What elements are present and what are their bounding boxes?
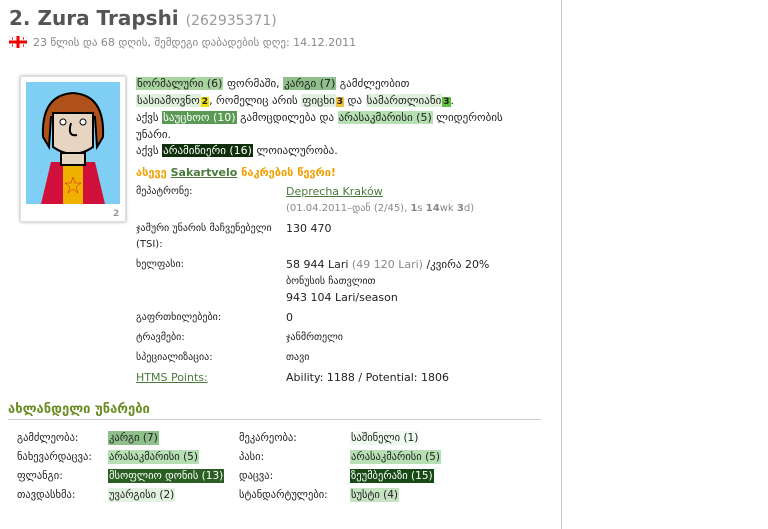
player-id: (262935371) [185,13,277,29]
wage-label: ხელფასი: [136,259,185,270]
skill-row: თავდასხმა: უვარგისი (2) სტანდარტულები: სუსტ… [14,485,444,504]
form-skill: ნორმალური (6) [136,77,224,90]
skill-value: საშინელი (1) [350,430,420,445]
experience-skill: საუცხოო (10) [162,111,237,124]
injuries-label: ტრავმები: [136,332,185,343]
player-info-table: მეპატრონე: Deprecha Kraków (01.04.2011–დან… [133,182,492,389]
warnings-label: გაფრთხილებები: [136,312,222,323]
owner-label: მეპატრონე: [136,186,193,197]
shirt-number: 2 [113,209,119,219]
loyalty-skill: არამიწიერი (16) [162,144,253,157]
skill-value: უვარგისი (2) [108,487,176,502]
skill-label: ნახევარდაცვა: [17,450,92,463]
leadership-skill: არასაკმარისი (5) [337,111,433,124]
skill-label: ფლანგი: [17,469,63,482]
skill-row: ნახევარდაცვა: არასაკმარისი (5) პასი: არასაკ… [14,447,444,466]
specialty-label: სპეციალიზაცია: [136,352,213,363]
georgia-flag-icon[interactable] [9,36,27,48]
stamina-skill: კარგი (7) [283,77,337,90]
honesty: სამართლიანი [365,93,443,107]
skill-label: პასი: [239,450,265,463]
skills-table: გამძლეობა: კარგი (7) მეკარეობა: საშინელი (1… [14,428,444,504]
skill-value: არასაკმარისი (5) [350,449,441,464]
injuries-value: ჯანმრთელი [286,332,343,343]
skill-label: გამძლეობა: [17,431,79,444]
national-team-note: ასევე Sakartvelo ნაკრების წევრი! [136,165,336,179]
skill-value: მსოფლიო დონის (13) [108,468,225,483]
htms-value: Ability: 1188 / Potential: 1806 [286,371,449,384]
skill-value: სუსტი (4) [350,487,399,502]
skill-value: ზეუმბერაზი (15) [350,468,434,483]
aggressiveness: ფიცხი [301,93,336,107]
skill-value: კარგი (7) [108,430,159,445]
skills-section-title: ახლანდელი უნარები [8,402,541,420]
owner-link[interactable]: Deprecha Kraków [286,185,383,198]
age-text: 23 წლის და 68 დღის, შემდეგი დაბადების დღ… [33,36,357,49]
tsi-label: ჯამური უნარის მაჩვენებელი (TSI): [136,223,272,250]
skill-row: ფლანგი: მსოფლიო დონის (13) დაცვა: ზეუმბერაზ… [14,466,444,485]
agreeability: სასიამოვნო [136,93,201,107]
player-avatar: 2 [20,76,126,222]
national-team-link[interactable]: Sakartvelo [171,166,238,179]
skill-label: მეკარეობა: [239,431,297,444]
player-title: 2. Zura Trapshi (262935371) [9,6,277,30]
skill-label: დაცვა: [239,469,274,482]
tsi-value: 130 470 [286,222,332,235]
wage-value: 58 944 Lari (49 120 Lari) /კვირა 20% ბონუ… [286,258,490,304]
htms-points-link[interactable]: HTMS Points: [136,371,208,384]
skill-label: თავდასხმა: [17,488,76,501]
skill-value: არასაკმარისი (5) [108,449,199,464]
page-divider [561,0,562,529]
player-name: 2. Zura Trapshi [9,6,179,30]
skill-label: სტანდარტულები: [239,488,328,501]
skill-row: გამძლეობა: კარგი (7) მეკარეობა: საშინელი (1… [14,428,444,447]
age-line: 23 წლის და 68 დღის, შემდეგი დაბადების დღ… [9,36,356,49]
warnings-value: 0 [286,311,293,324]
player-description: ნორმალური (6) ფორმაში, კარგი (7) გამძლეო… [136,76,536,181]
specialty-value: თავი [286,352,310,363]
